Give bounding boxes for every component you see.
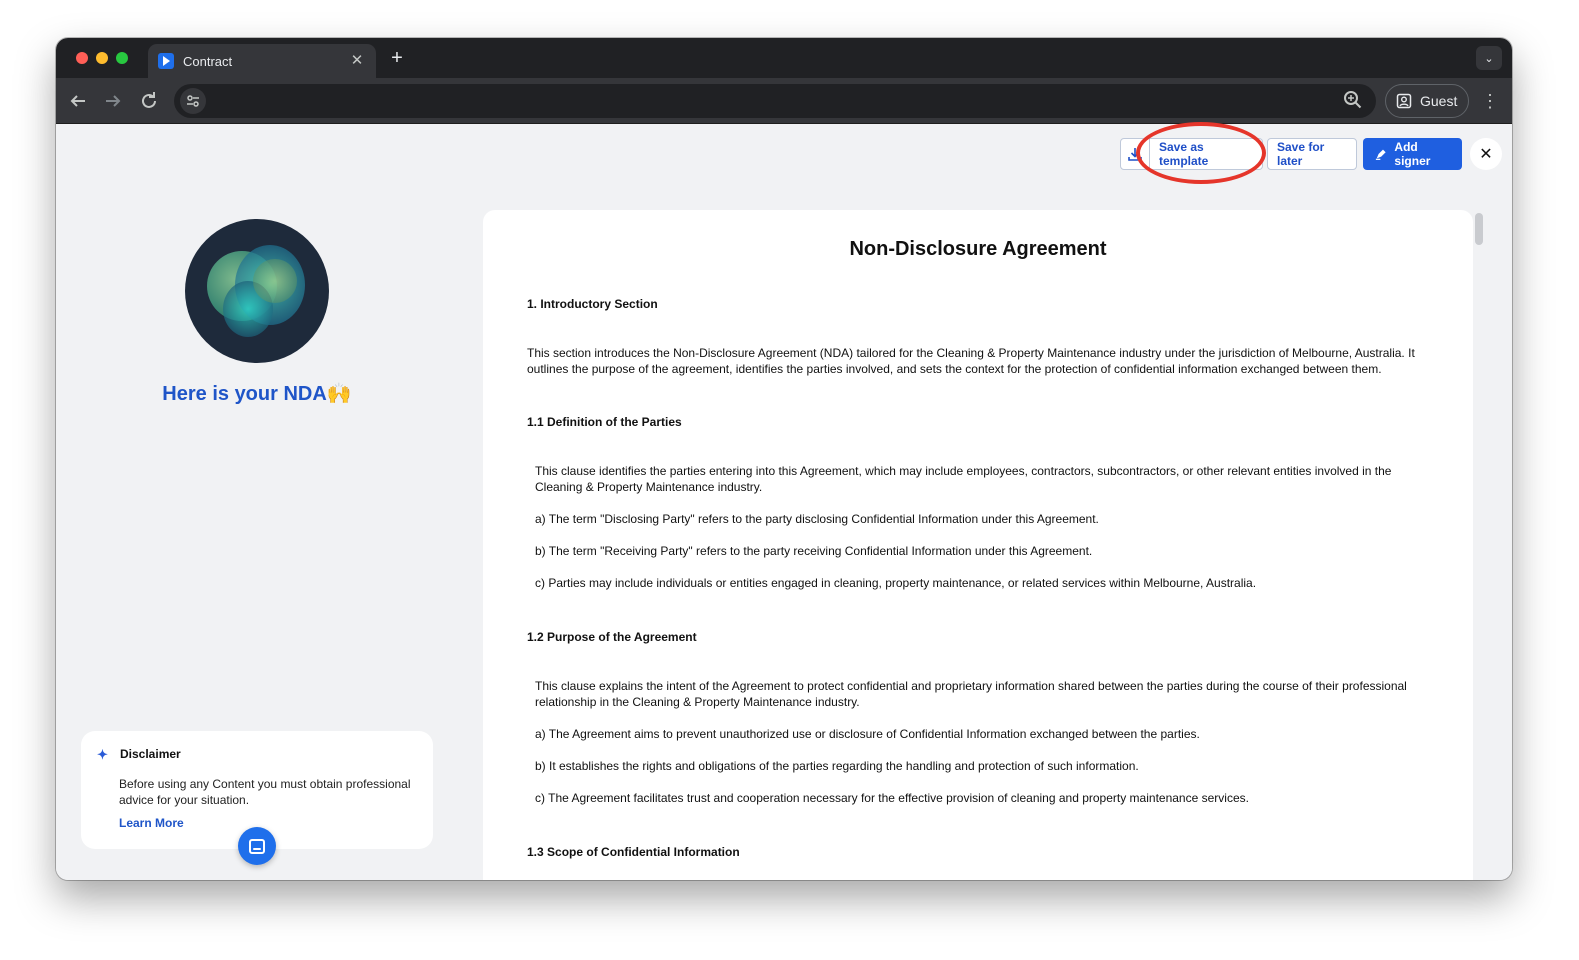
section-paragraph: This clause identifies the parties enter… [535,464,1392,494]
forward-button[interactable] [101,89,125,113]
maximize-window-button[interactable] [116,52,128,64]
more-menu-icon[interactable]: ⋮ [1480,89,1500,113]
profile-button[interactable]: Guest [1385,84,1469,118]
tab-strip: Contract ✕ + ⌄ [56,38,1512,78]
tab-contract[interactable]: Contract ✕ [148,44,376,78]
clause-item: c) The Agreement facilitates trust and c… [535,791,1249,805]
arrow-left-icon [70,95,85,107]
section-paragraph: This clause explains the intent of the A… [535,679,1407,709]
clause-item: a) The term "Disclosing Party" refers to… [535,512,1099,526]
browser-toolbar: Guest ⋮ [56,78,1512,124]
ready-title: Here is your NDA🙌 [162,383,352,405]
section-heading: 1.3 Scope of Confidential Information [527,845,740,859]
learn-more-link[interactable]: Learn More [119,816,184,830]
profile-label: Guest [1420,93,1458,109]
download-icon [1128,148,1142,161]
tab-title: Contract [183,53,233,69]
new-tab-button[interactable]: + [386,47,408,69]
zoom-icon[interactable] [1342,89,1366,113]
document-viewer[interactable]: Non-Disclosure Agreement 1. Introductory… [483,210,1473,880]
browser-window: Contract ✕ + ⌄ Guest ⋮ Save as template … [56,38,1512,880]
chat-button[interactable] [238,827,276,865]
app-page: Save as template Save for later Add sign… [56,122,1512,880]
document-title: Non-Disclosure Agreement [849,238,1107,260]
section-paragraph: This section introduces the Non-Disclosu… [527,346,1415,376]
save-for-later-button[interactable]: Save for later [1267,138,1357,170]
section-heading: 1.1 Definition of the Parties [527,415,682,429]
clause-item: a) The Agreement aims to prevent unautho… [535,727,1200,741]
disclaimer-header: ✦ Disclaimer [97,747,419,761]
disclaimer-title: Disclaimer [120,747,181,761]
action-bar: Save as template Save for later Add sign… [1120,138,1502,170]
arrow-right-icon [106,95,121,107]
minimize-window-button[interactable] [96,52,108,64]
clause-item: b) The term "Receiving Party" refers to … [535,544,1093,558]
tune-icon [187,95,199,107]
clause-item: c) Parties may include individuals or en… [535,576,1257,590]
section-heading: 1.2 Purpose of the Agreement [527,630,697,644]
close-button[interactable]: ✕ [1470,138,1502,170]
tab-search-button[interactable]: ⌄ [1476,46,1502,70]
add-signer-button[interactable]: Add signer [1363,138,1462,170]
add-signer-label: Add signer [1394,140,1431,168]
download-button[interactable] [1120,138,1150,170]
signature-pen-icon [1375,149,1386,160]
address-bar[interactable] [174,84,1376,118]
tab-close-icon[interactable]: ✕ [348,52,366,70]
close-window-button[interactable] [76,52,88,64]
save-as-template-button[interactable]: Save as template [1150,138,1263,170]
site-favicon-icon [158,53,174,69]
sparkle-icon: ✦ [97,746,108,762]
chat-icon [249,838,265,854]
reload-button[interactable] [137,89,161,113]
reload-icon [142,92,156,108]
ai-orb-logo [185,219,329,363]
section-heading: 1. Introductory Section [527,297,658,311]
back-button[interactable] [66,89,90,113]
disclaimer-body: Before using any Content you must obtain… [119,777,411,807]
clause-item: b) It establishes the rights and obligat… [535,759,1139,773]
profile-icon [1396,93,1412,109]
document-scrollbar[interactable] [1475,213,1483,245]
site-settings-button[interactable] [180,88,206,114]
